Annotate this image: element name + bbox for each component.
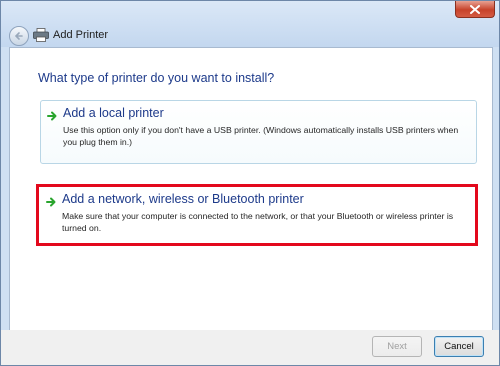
- wizard-content: What type of printer do you want to inst…: [9, 47, 493, 331]
- wizard-footer: Next Cancel: [1, 330, 499, 365]
- add-local-printer-option[interactable]: Add a local printer Use this option only…: [40, 100, 477, 164]
- title-bar: Add Printer: [1, 1, 499, 47]
- option-description: Use this option only if you don't have a…: [63, 125, 459, 147]
- green-arrow-icon: [47, 111, 57, 121]
- cancel-button[interactable]: Cancel: [434, 336, 484, 357]
- close-icon: [470, 4, 480, 14]
- add-network-printer-option[interactable]: Add a network, wireless or Bluetooth pri…: [40, 187, 477, 249]
- back-arrow-icon: [14, 32, 23, 40]
- add-printer-window: Add Printer What type of printer do you …: [0, 0, 500, 366]
- back-button[interactable]: [9, 26, 29, 46]
- next-button[interactable]: Next: [372, 336, 422, 357]
- printer-icon: [33, 28, 49, 42]
- option-description: Make sure that your computer is connecte…: [62, 211, 454, 233]
- option-title: Add a local printer: [63, 106, 164, 120]
- close-button[interactable]: [455, 1, 495, 18]
- option-title: Add a network, wireless or Bluetooth pri…: [62, 192, 304, 206]
- window-title: Add Printer: [53, 29, 109, 41]
- page-heading: What type of printer do you want to inst…: [38, 71, 275, 85]
- green-arrow-icon: [46, 197, 56, 207]
